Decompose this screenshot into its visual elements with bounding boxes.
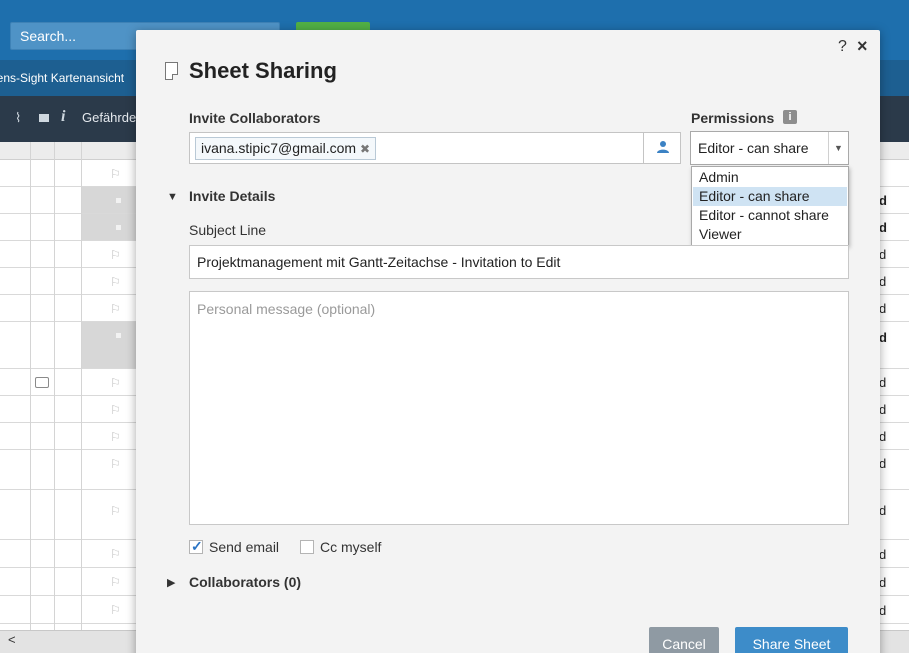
close-icon[interactable]: × <box>857 36 868 57</box>
info-icon[interactable]: i <box>783 110 797 124</box>
cell-value: d <box>879 301 887 316</box>
option-editor-can-share[interactable]: Editor - can share <box>693 187 847 206</box>
cell-value: d <box>879 274 887 289</box>
row-marker <box>116 225 121 230</box>
flag-icon[interactable]: ⚐ <box>110 547 124 561</box>
column-divider <box>54 142 55 630</box>
flag-icon[interactable]: ⚐ <box>110 376 124 390</box>
flag-icon[interactable]: ⚐ <box>110 403 124 417</box>
cell-value: d <box>879 575 887 590</box>
cell-value: d <box>879 456 887 471</box>
send-email-checkbox[interactable] <box>189 538 203 555</box>
invite-collaborators-input[interactable]: ivana.stipic7@gmail.com ✖ <box>189 132 644 164</box>
option-viewer[interactable]: Viewer <box>693 225 847 244</box>
permissions-dropdown: Admin Editor - can share Editor - cannot… <box>691 166 849 246</box>
cell-value: d <box>879 330 887 345</box>
collaborator-chip[interactable]: ivana.stipic7@gmail.com ✖ <box>195 137 377 160</box>
cell-value: d <box>879 429 887 444</box>
option-editor-cannot-share[interactable]: Editor - cannot share <box>693 206 847 225</box>
cell-value: d <box>879 547 887 562</box>
scroll-left-icon[interactable]: < <box>8 632 16 647</box>
flag-icon[interactable]: ⚐ <box>110 167 124 181</box>
help-icon[interactable]: ? <box>838 38 847 56</box>
invite-collaborators-label: Invite Collaborators <box>189 110 321 126</box>
cell-value: d <box>879 220 887 235</box>
cell-value: d <box>879 247 887 262</box>
collapsed-triangle-icon[interactable]: ▶ <box>167 576 175 589</box>
comment-icon <box>39 114 49 122</box>
collaborators-toggle[interactable]: Collaborators (0) <box>189 574 301 590</box>
cell-value: d <box>879 193 887 208</box>
row-shade <box>82 214 138 240</box>
permissions-select[interactable]: Editor - can share <box>690 131 849 165</box>
row-marker <box>116 333 121 338</box>
cell-value: d <box>879 603 887 618</box>
flag-icon[interactable]: ⚐ <box>110 504 124 518</box>
sheet-icon <box>165 62 178 80</box>
column-divider <box>30 142 31 630</box>
subject-line-label: Subject Line <box>189 222 267 238</box>
dialog-title: Sheet Sharing <box>189 58 337 83</box>
tab-sheet-view[interactable]: Lens-Sight Kartenansicht <box>0 60 140 96</box>
flag-icon[interactable]: ⚐ <box>110 575 124 589</box>
comment-icon[interactable] <box>35 377 49 388</box>
column-header-right[interactable] <box>881 96 909 142</box>
cell-value: d <box>879 375 887 390</box>
flag-icon[interactable]: ⚐ <box>110 248 124 262</box>
info-icon: i <box>61 108 66 125</box>
personal-message-textarea[interactable]: Personal message (optional) <box>189 291 849 525</box>
paperclip-icon: ⌇ <box>15 110 22 125</box>
flag-icon[interactable]: ⚐ <box>110 457 124 471</box>
cc-myself-label[interactable]: Cc myself <box>320 539 381 555</box>
flag-icon[interactable]: ⚐ <box>110 430 124 444</box>
column-header-at-risk[interactable]: Gefährdet <box>82 110 138 125</box>
row-shade <box>82 322 138 368</box>
person-icon[interactable] <box>656 140 670 154</box>
cell-value: d <box>879 402 887 417</box>
invite-details-toggle[interactable]: Invite Details <box>189 188 275 204</box>
subject-line-input[interactable]: Projektmanagement mit Gantt-Zeitachse - … <box>189 245 849 279</box>
chip-label: ivana.stipic7@gmail.com <box>201 140 357 156</box>
cancel-button[interactable]: Cancel <box>649 627 719 653</box>
flag-icon[interactable]: ⚐ <box>110 302 124 316</box>
row-marker <box>116 198 121 203</box>
send-email-label[interactable]: Send email <box>209 539 279 555</box>
message-placeholder: Personal message (optional) <box>197 301 376 317</box>
column-divider <box>81 142 82 630</box>
flag-icon[interactable]: ⚐ <box>110 603 124 617</box>
permissions-label: Permissions <box>691 110 775 126</box>
cell-value: d <box>879 503 887 518</box>
cc-myself-checkbox[interactable] <box>300 540 314 554</box>
remove-chip-icon[interactable]: ✖ <box>360 142 370 156</box>
share-sheet-button[interactable]: Share Sheet <box>735 627 848 653</box>
option-admin[interactable]: Admin <box>693 168 847 187</box>
row-shade <box>82 187 138 213</box>
expanded-triangle-icon[interactable]: ▼ <box>167 191 178 203</box>
chevron-down-icon[interactable]: ▼ <box>828 132 848 164</box>
flag-icon[interactable]: ⚐ <box>110 275 124 289</box>
